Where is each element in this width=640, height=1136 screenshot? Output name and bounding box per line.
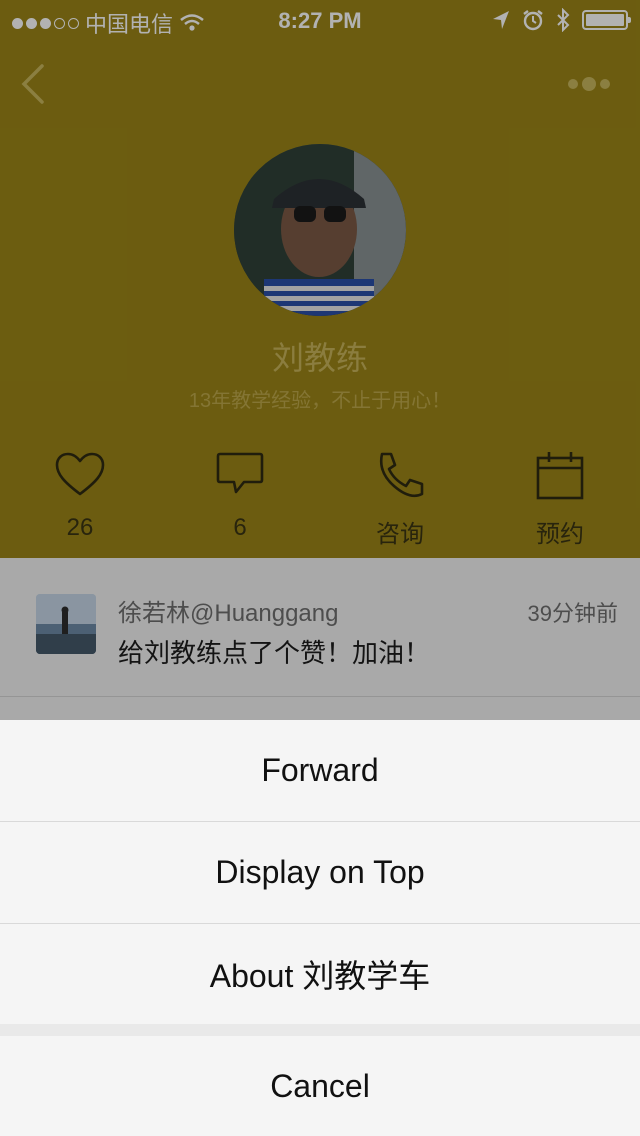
action-sheet: Forward Display on Top About 刘教学车 Cancel [0, 720, 640, 1136]
display-on-top-button[interactable]: Display on Top [0, 822, 640, 924]
screen: 中国电信 8:27 PM 刘教练 13年教学经验，不止于用心！ 26 6 咨询 … [0, 0, 640, 1136]
cancel-button[interactable]: Cancel [0, 1036, 640, 1136]
forward-button[interactable]: Forward [0, 720, 640, 822]
about-button[interactable]: About 刘教学车 [0, 924, 640, 1024]
